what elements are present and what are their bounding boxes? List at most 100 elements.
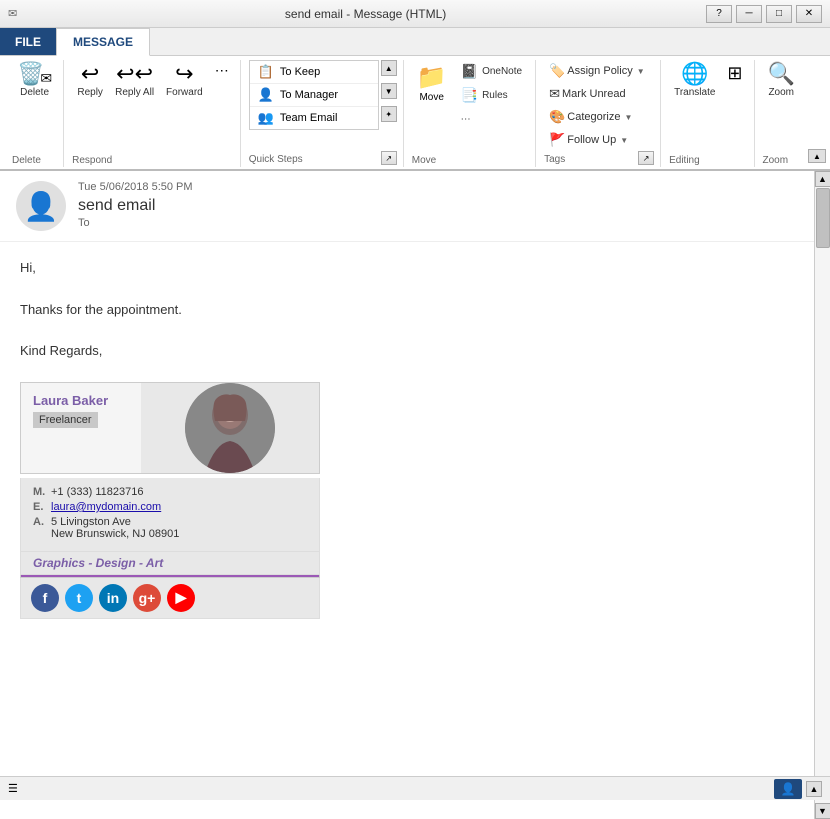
twitter-icon: t [77, 590, 82, 606]
googleplus-button[interactable]: g+ [133, 584, 161, 612]
sig-photo [185, 383, 275, 473]
qs-item-tokeep[interactable]: 📋 To Keep [250, 61, 378, 84]
editing-group-label: Editing [669, 153, 700, 167]
youtube-button[interactable]: ▶ [167, 584, 195, 612]
email-body: 👤 Tue 5/06/2018 5:50 PM send email To Hi… [0, 171, 814, 819]
group-delete: 🗑️ ✉ Delete Delete [6, 60, 64, 167]
move-group-label: Move [412, 153, 436, 167]
scroll-thumb[interactable] [816, 188, 830, 248]
sig-contacts: M. +1 (333) 11823716 E. laura@mydomain.c… [20, 478, 320, 552]
close-button[interactable]: ✕ [796, 5, 822, 23]
new-delete-button[interactable]: 🗑️ ✉ Delete [12, 60, 57, 101]
status-right: 👤 ▲ [774, 779, 822, 799]
qs-item-teamemail[interactable]: 👥 Team Email [250, 107, 378, 129]
group-respond-content: ↩ Reply ↩↩ Reply All ↪ Forward ⋯ [72, 60, 234, 153]
facebook-button[interactable]: f [31, 584, 59, 612]
qs-item-tomanager[interactable]: 👤 To Manager [250, 84, 378, 107]
group-move-content: 📁 Move 📓 OneNote 📑 Rules ⋯ [412, 60, 529, 153]
onenote-button[interactable]: 📓 OneNote [454, 60, 529, 82]
linkedin-button[interactable]: in [99, 584, 127, 612]
new-icon: ✉ [40, 71, 52, 85]
address-line1: 5 Livingston Ave [51, 516, 131, 528]
editing-group-footer: Editing [669, 153, 747, 167]
collapse-ribbon-button[interactable]: ▲ [808, 149, 826, 163]
forward-button[interactable]: ↪ Forward [161, 60, 208, 101]
sig-email-row: E. laura@mydomain.com [33, 501, 307, 513]
email-label: E. [33, 501, 47, 513]
email-meta: Tue 5/06/2018 5:50 PM send email To [78, 181, 798, 229]
move-button[interactable]: 📁 Move [412, 60, 452, 106]
respond-more-button[interactable]: ⋯ [210, 60, 234, 82]
minimize-button[interactable]: ─ [736, 5, 762, 23]
tab-message[interactable]: MESSAGE [56, 28, 150, 56]
reply-all-label: Reply All [115, 87, 154, 98]
rules-button[interactable]: 📑 Rules [454, 84, 529, 106]
quicksteps-group-label: Quick Steps [249, 152, 303, 166]
to-label: To [78, 217, 90, 229]
move-group-footer: Move [412, 153, 529, 167]
mark-unread-icon: ✉ [549, 86, 560, 102]
ribbon-collapse-area: ▲ [808, 60, 826, 167]
tags-dialog-button[interactable]: ↗ [638, 151, 654, 165]
email-value[interactable]: laura@mydomain.com [51, 501, 161, 513]
email-subject: send email [78, 197, 798, 215]
sender-avatar: 👤 [16, 181, 66, 231]
translate-label: Translate [674, 87, 715, 98]
reply-label: Reply [77, 87, 103, 98]
tab-file[interactable]: FILE [0, 28, 56, 55]
linkedin-icon: in [107, 590, 119, 606]
assign-policy-button[interactable]: 🏷️ Assign Policy ▼ [544, 60, 654, 82]
forward-icon: ↪ [175, 63, 193, 85]
email-date: Tue 5/06/2018 5:50 PM [78, 181, 798, 193]
zoom-button[interactable]: 🔍 Zoom [763, 60, 800, 101]
respond-more-icon: ⋯ [215, 63, 229, 77]
maximize-button[interactable]: □ [766, 5, 792, 23]
email-container: 👤 Tue 5/06/2018 5:50 PM send email To Hi… [0, 171, 830, 819]
follow-up-label: Follow Up [567, 134, 616, 146]
scroll-up-button[interactable]: ▲ [815, 171, 830, 187]
title-bar: ✉ send email - Message (HTML) ? ─ □ ✕ [0, 0, 830, 28]
qs-label-tokeep: To Keep [280, 66, 320, 78]
move-label: Move [419, 92, 443, 103]
reply-button[interactable]: ↩ Reply [72, 60, 108, 101]
group-move: 📁 Move 📓 OneNote 📑 Rules ⋯ Move [406, 60, 536, 167]
respond-group-label: Respond [72, 153, 112, 167]
scroll-down-button[interactable]: ▼ [815, 803, 830, 819]
address-line2: New Brunswick, NJ 08901 [51, 528, 179, 540]
qs-scroll-up[interactable]: ▲ [381, 60, 397, 76]
reply-all-icon: ↩↩ [116, 63, 153, 85]
body-closing: Kind Regards, [20, 341, 794, 362]
twitter-button[interactable]: t [65, 584, 93, 612]
categorize-button[interactable]: 🎨 Categorize ▼ [544, 106, 654, 128]
group-delete-content: 🗑️ ✉ Delete [12, 60, 57, 153]
ribbon: 🗑️ ✉ Delete Delete ↩ Reply ↩↩ Reply All [0, 56, 830, 171]
group-editing-content: 🌐 Translate ⊞ [669, 60, 747, 153]
avatar-icon: 👤 [24, 190, 59, 223]
editing-more-button[interactable]: ⊞ [722, 60, 747, 89]
quicksteps-list: 📋 To Keep 👤 To Manager 👥 Team Email [249, 60, 379, 130]
quicksteps-dialog-button[interactable]: ↗ [381, 151, 397, 165]
qs-expand[interactable]: ✦ [381, 106, 397, 122]
email-to-line: To [78, 217, 798, 229]
reply-all-button[interactable]: ↩↩ Reply All [110, 60, 159, 101]
follow-up-button[interactable]: 🚩 Follow Up ▼ [544, 129, 654, 151]
group-editing: 🌐 Translate ⊞ Editing [663, 60, 754, 167]
group-zoom: 🔍 Zoom Zoom [757, 60, 806, 167]
move-more-button[interactable]: ⋯ [454, 108, 529, 130]
zoom-label: Zoom [768, 87, 794, 98]
delete-label: Delete [20, 87, 49, 98]
onenote-icon: 📓 [461, 63, 478, 80]
user-icon[interactable]: 👤 [774, 779, 802, 799]
mark-unread-button[interactable]: ✉ Mark Unread [544, 83, 654, 105]
sig-tagline: Graphics - Design - Art [20, 552, 320, 575]
scroll-track[interactable] [815, 187, 830, 803]
translate-icon: 🌐 [681, 63, 708, 85]
translate-button[interactable]: 🌐 Translate [669, 60, 720, 101]
phone-value: +1 (333) 11823716 [51, 486, 143, 498]
bottom-padding [0, 619, 814, 659]
forward-label: Forward [166, 87, 203, 98]
status-scroll-up[interactable]: ▲ [806, 781, 822, 797]
help-button[interactable]: ? [706, 5, 732, 23]
zoom-group-footer: Zoom [763, 153, 800, 167]
qs-scroll-down[interactable]: ▼ [381, 83, 397, 99]
